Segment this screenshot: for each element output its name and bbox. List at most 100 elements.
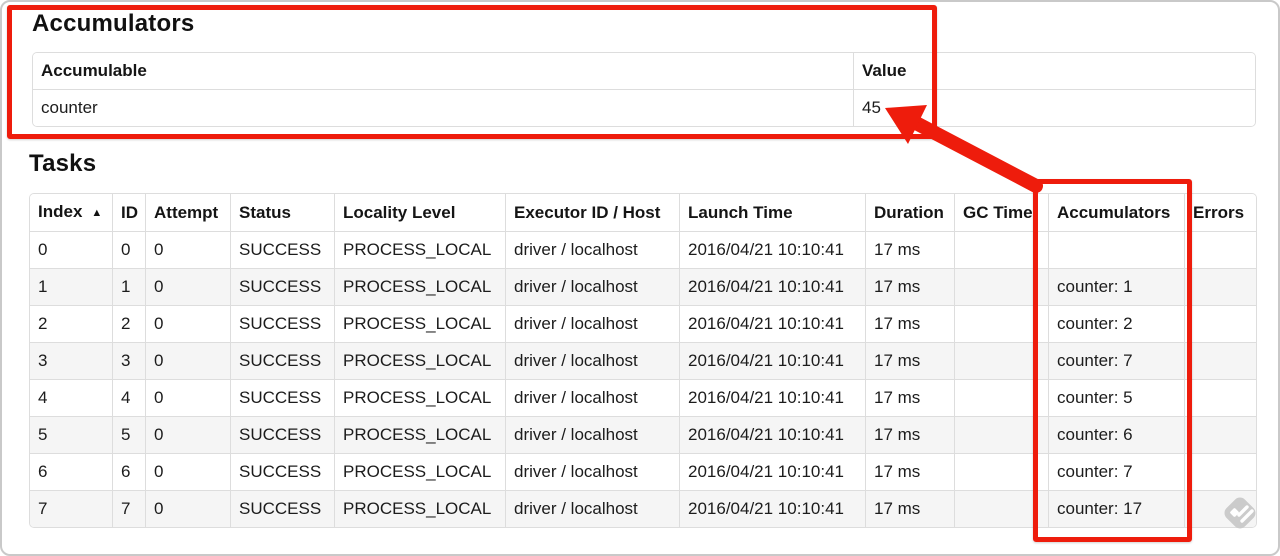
- task-status-cell: SUCCESS: [230, 490, 334, 527]
- task-attempt-cell: 0: [145, 490, 230, 527]
- task-locality-cell: PROCESS_LOCAL: [334, 342, 505, 379]
- task-attempt-cell: 0: [145, 379, 230, 416]
- task-index-cell: 2: [30, 305, 112, 342]
- task-locality-cell: PROCESS_LOCAL: [334, 453, 505, 490]
- task-executor-cell: driver / localhost: [505, 305, 679, 342]
- accumulators-table-body: counter 45: [33, 89, 1255, 126]
- task-row: 6 6 0 SUCCESS PROCESS_LOCAL driver / loc…: [30, 453, 1256, 490]
- task-errors-cell: [1184, 379, 1256, 416]
- accumulators-header-row: Accumulable Value: [33, 53, 1255, 89]
- task-index-cell: 5: [30, 416, 112, 453]
- task-duration-cell: 17 ms: [865, 379, 954, 416]
- task-status-cell: SUCCESS: [230, 268, 334, 305]
- task-id-cell: 5: [112, 416, 145, 453]
- task-gc-time-cell: [954, 453, 1048, 490]
- task-index-cell: 4: [30, 379, 112, 416]
- column-header-launch-time[interactable]: Launch Time: [679, 194, 865, 231]
- task-gc-time-cell: [954, 416, 1048, 453]
- task-errors-cell: [1184, 231, 1256, 268]
- task-attempt-cell: 0: [145, 342, 230, 379]
- task-launch-time-cell: 2016/04/21 10:10:41: [679, 379, 865, 416]
- column-header-id[interactable]: ID: [112, 194, 145, 231]
- column-header-index-label: Index: [38, 202, 83, 221]
- task-row: 0 0 0 SUCCESS PROCESS_LOCAL driver / loc…: [30, 231, 1256, 268]
- task-executor-cell: driver / localhost: [505, 490, 679, 527]
- task-errors-cell: [1184, 416, 1256, 453]
- task-locality-cell: PROCESS_LOCAL: [334, 231, 505, 268]
- task-row: 1 1 0 SUCCESS PROCESS_LOCAL driver / loc…: [30, 268, 1256, 305]
- task-attempt-cell: 0: [145, 416, 230, 453]
- task-accumulators-cell: counter: 5: [1048, 379, 1184, 416]
- task-accumulators-cell: counter: 7: [1048, 342, 1184, 379]
- tasks-table: Index ▲ ID Attempt Status Locality Level …: [29, 193, 1257, 528]
- accumulator-row: counter 45: [33, 89, 1255, 126]
- task-locality-cell: PROCESS_LOCAL: [334, 305, 505, 342]
- task-id-cell: 4: [112, 379, 145, 416]
- task-locality-cell: PROCESS_LOCAL: [334, 416, 505, 453]
- accumulable-value-cell: 45: [853, 89, 1255, 126]
- task-launch-time-cell: 2016/04/21 10:10:41: [679, 231, 865, 268]
- task-executor-cell: driver / localhost: [505, 231, 679, 268]
- task-id-cell: 7: [112, 490, 145, 527]
- accumulable-column-header: Accumulable: [33, 53, 853, 89]
- accumulators-heading: Accumulators: [32, 10, 195, 37]
- task-accumulators-cell: [1048, 231, 1184, 268]
- sort-ascending-icon: ▲: [91, 207, 103, 219]
- column-header-errors[interactable]: Errors: [1184, 194, 1256, 231]
- accumulators-section: Accumulators Accumulable Value counter 4…: [32, 10, 1256, 127]
- task-errors-cell: [1184, 342, 1256, 379]
- task-gc-time-cell: [954, 305, 1048, 342]
- task-errors-cell: [1184, 490, 1256, 527]
- task-row: 4 4 0 SUCCESS PROCESS_LOCAL driver / loc…: [30, 379, 1256, 416]
- task-duration-cell: 17 ms: [865, 305, 954, 342]
- column-header-attempt[interactable]: Attempt: [145, 194, 230, 231]
- task-locality-cell: PROCESS_LOCAL: [334, 490, 505, 527]
- task-id-cell: 1: [112, 268, 145, 305]
- column-header-locality-level[interactable]: Locality Level: [334, 194, 505, 231]
- column-header-duration[interactable]: Duration: [865, 194, 954, 231]
- task-id-cell: 6: [112, 453, 145, 490]
- task-attempt-cell: 0: [145, 453, 230, 490]
- column-header-executor-id-host[interactable]: Executor ID / Host: [505, 194, 679, 231]
- task-executor-cell: driver / localhost: [505, 416, 679, 453]
- column-header-accumulators[interactable]: Accumulators: [1048, 194, 1184, 231]
- task-row: 7 7 0 SUCCESS PROCESS_LOCAL driver / loc…: [30, 490, 1256, 527]
- column-header-index[interactable]: Index ▲: [30, 194, 112, 231]
- tasks-heading: Tasks: [29, 150, 97, 177]
- task-duration-cell: 17 ms: [865, 453, 954, 490]
- task-launch-time-cell: 2016/04/21 10:10:41: [679, 490, 865, 527]
- task-status-cell: SUCCESS: [230, 305, 334, 342]
- column-header-status[interactable]: Status: [230, 194, 334, 231]
- task-duration-cell: 17 ms: [865, 342, 954, 379]
- task-status-cell: SUCCESS: [230, 231, 334, 268]
- task-launch-time-cell: 2016/04/21 10:10:41: [679, 342, 865, 379]
- task-executor-cell: driver / localhost: [505, 453, 679, 490]
- task-errors-cell: [1184, 305, 1256, 342]
- task-status-cell: SUCCESS: [230, 379, 334, 416]
- tasks-section: Tasks Index ▲ ID Attempt Status Locality …: [29, 150, 1257, 528]
- task-errors-cell: [1184, 268, 1256, 305]
- task-locality-cell: PROCESS_LOCAL: [334, 379, 505, 416]
- task-row: 3 3 0 SUCCESS PROCESS_LOCAL driver / loc…: [30, 342, 1256, 379]
- task-accumulators-cell: counter: 7: [1048, 453, 1184, 490]
- task-attempt-cell: 0: [145, 268, 230, 305]
- task-accumulators-cell: counter: 6: [1048, 416, 1184, 453]
- task-row: 5 5 0 SUCCESS PROCESS_LOCAL driver / loc…: [30, 416, 1256, 453]
- accumulable-name-cell: counter: [33, 89, 853, 126]
- task-duration-cell: 17 ms: [865, 416, 954, 453]
- task-launch-time-cell: 2016/04/21 10:10:41: [679, 305, 865, 342]
- task-gc-time-cell: [954, 342, 1048, 379]
- task-id-cell: 2: [112, 305, 145, 342]
- task-accumulators-cell: counter: 2: [1048, 305, 1184, 342]
- task-index-cell: 7: [30, 490, 112, 527]
- task-duration-cell: 17 ms: [865, 490, 954, 527]
- task-accumulators-cell: counter: 17: [1048, 490, 1184, 527]
- task-errors-cell: [1184, 453, 1256, 490]
- column-header-gc-time[interactable]: GC Time: [954, 194, 1048, 231]
- task-attempt-cell: 0: [145, 305, 230, 342]
- task-status-cell: SUCCESS: [230, 416, 334, 453]
- task-launch-time-cell: 2016/04/21 10:10:41: [679, 268, 865, 305]
- task-status-cell: SUCCESS: [230, 342, 334, 379]
- task-launch-time-cell: 2016/04/21 10:10:41: [679, 416, 865, 453]
- task-locality-cell: PROCESS_LOCAL: [334, 268, 505, 305]
